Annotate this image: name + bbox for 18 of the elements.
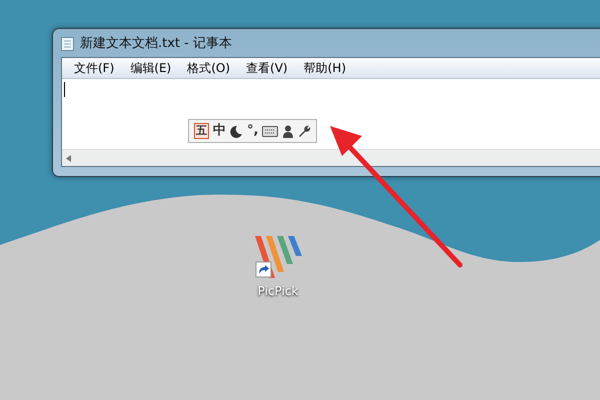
person-icon[interactable] — [282, 124, 294, 138]
menu-item[interactable]: 编辑(E) — [122, 60, 180, 76]
wrench-icon[interactable] — [298, 124, 312, 138]
keyboard-icon[interactable] — [262, 126, 278, 136]
shortcut-label: PicPick — [258, 284, 298, 298]
menu-item[interactable]: 帮助(H) — [296, 60, 354, 76]
window-title: 新建文本文档.txt - 记事本 — [80, 35, 232, 52]
notepad-icon — [61, 36, 74, 50]
ime-mode-label[interactable]: 五 — [194, 123, 209, 139]
text-caret — [64, 82, 65, 97]
menu-item[interactable]: 查看(V) — [238, 60, 296, 76]
menu-item[interactable]: 格式(O) — [179, 60, 238, 76]
scroll-left-icon[interactable] — [66, 154, 71, 162]
moon-icon[interactable] — [230, 124, 243, 138]
ime-mode-label[interactable]: °, — [247, 124, 258, 138]
horizontal-scrollbar[interactable] — [62, 149, 600, 166]
ime-mode-label[interactable]: 中 — [213, 124, 226, 138]
menu-item[interactable]: 文件(F) — [66, 60, 122, 76]
